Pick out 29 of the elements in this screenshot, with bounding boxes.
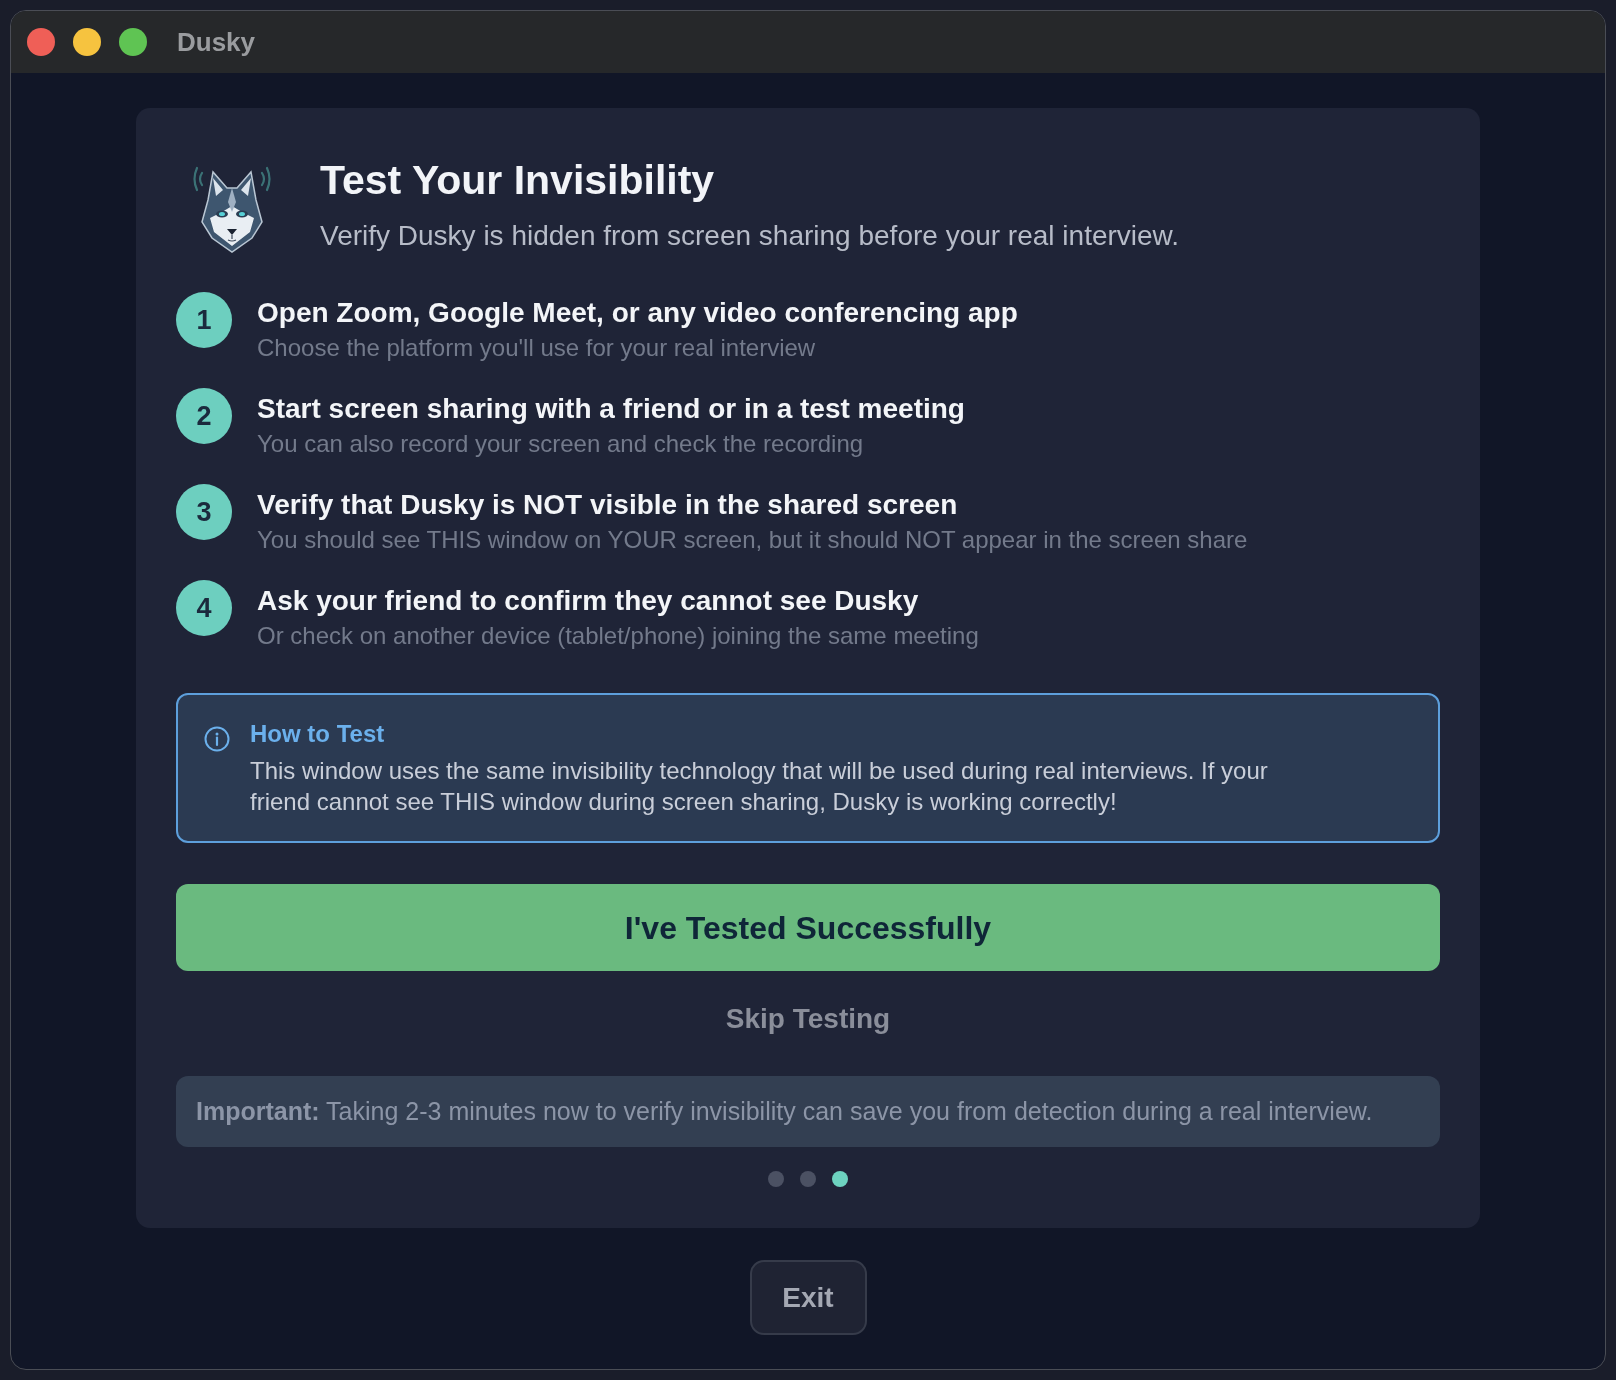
info-text: This window uses the same invisibility technology that will be used during real interviews. If your friend cannot see THIS window during screen sharing, Dusky is working correctly! [250,756,1269,817]
info-icon [204,726,230,752]
minimize-icon[interactable] [73,28,101,56]
step-description: You can also record your screen and check the recording [257,429,865,459]
step-title: Verify that Dusky is NOT visible in the shared screen [257,488,959,522]
important-note: Important: Taking 2-3 minutes now to verify invisibility can save you from detection during a real interview. [176,1076,1440,1147]
exit-button[interactable]: Exit [749,1260,867,1335]
step-description: Or check on another device (tablet/phone) joining the same meeting [257,621,979,651]
step-title: Open Zoom, Google Meet, or any video conferencing app [257,296,1018,330]
page-dot-icon[interactable] [832,1171,848,1187]
wolf-head-icon [192,166,272,254]
close-icon[interactable] [27,28,55,56]
page-subtitle: Verify Dusky is hidden from screen sharing before your real interview. [320,219,1180,253]
info-title: How to Test [250,719,386,749]
step-number: 3 [176,484,232,540]
step-description: You should see THIS window on YOUR screen, but it should NOT appear in the screen share [257,525,1248,555]
page-dot-icon[interactable] [768,1171,784,1187]
window-title: Dusky [177,25,256,59]
maximize-icon[interactable] [119,28,147,56]
step-number: 1 [176,292,232,348]
skip-testing-link[interactable]: Skip Testing [725,1002,891,1036]
step-title: Start screen sharing with a friend or in a test meeting [257,392,965,426]
step-number: 4 [176,580,232,636]
page-title: Test Your Invisibility [320,156,716,205]
step-description: Choose the platform you'll use for your real interview [257,333,817,363]
tested-successfully-button[interactable]: I've Tested Successfully [176,884,1440,971]
step-number: 2 [176,388,232,444]
step-title: Ask your friend to confirm they cannot see Dusky [257,584,920,618]
page-dot-icon[interactable] [800,1171,816,1187]
